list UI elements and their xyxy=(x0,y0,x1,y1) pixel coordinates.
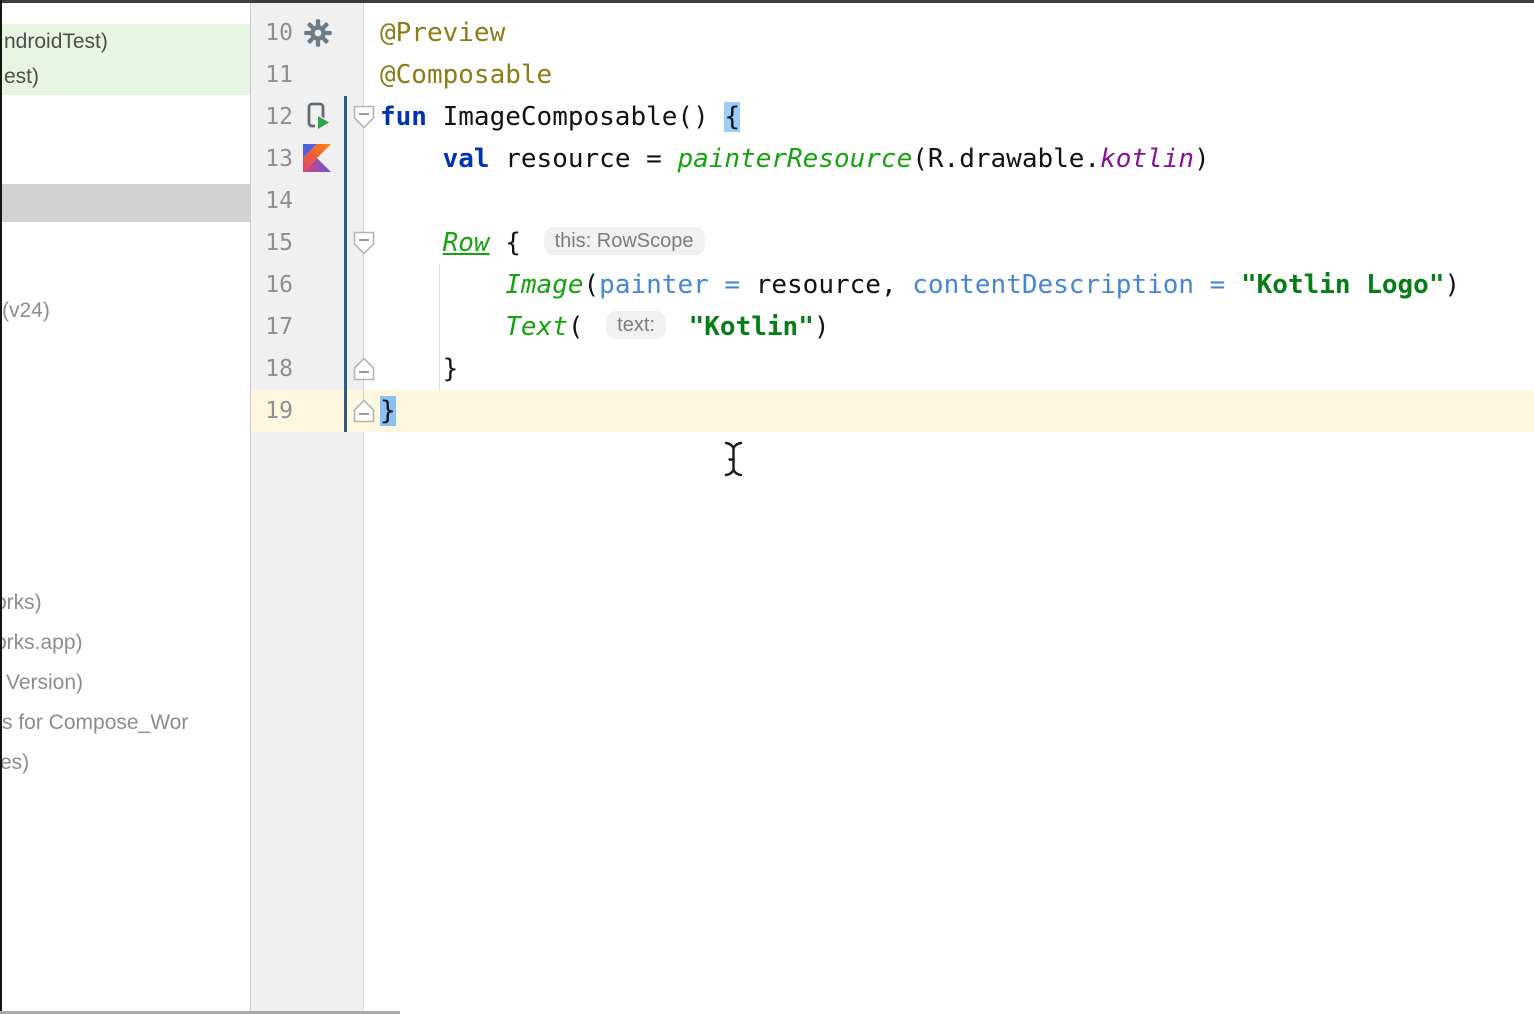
kotlin-logo-icon[interactable] xyxy=(303,144,331,177)
close-paren: ) xyxy=(1445,270,1461,300)
line-number-16[interactable]: 16 xyxy=(251,264,293,306)
text-ibeam-cursor-icon xyxy=(722,440,746,483)
line-number-17[interactable]: 17 xyxy=(251,306,293,348)
code-line-14[interactable] xyxy=(364,180,380,222)
tree-item-label: Version) xyxy=(6,663,83,703)
annotation-composable: @Composable xyxy=(380,60,552,90)
tree-item-label: est) xyxy=(4,65,39,88)
window-left-edge xyxy=(0,0,2,1014)
tree-item-v24[interactable]: (v24) xyxy=(2,291,250,331)
tree-item-label: es) xyxy=(2,743,29,783)
composable-call-text: Text xyxy=(505,312,568,342)
composable-call-row: Row xyxy=(443,228,490,258)
tree-item-est[interactable]: est) xyxy=(4,59,251,94)
matched-close-brace: } xyxy=(380,396,396,426)
tree-item-orks[interactable]: orks) xyxy=(2,583,250,623)
code-line-15[interactable]: Row { this: RowScope xyxy=(364,222,712,264)
code-line-17[interactable]: Text( text: "Kotlin") xyxy=(364,306,830,348)
string-kotlin-logo: "Kotlin Logo" xyxy=(1241,270,1445,300)
space xyxy=(673,312,689,342)
fold-start-marker-icon[interactable] xyxy=(353,105,375,129)
arg-resource: resource, xyxy=(756,270,913,300)
named-arg-painter: painter = xyxy=(599,270,756,300)
project-tool-window: ndroidTest) est) (v24) orks) orks.app) V… xyxy=(2,3,251,1011)
tree-item-label: ndroidTest) xyxy=(4,30,108,53)
code-line-18[interactable]: } xyxy=(364,348,458,390)
current-line-highlight xyxy=(251,390,1534,432)
indent xyxy=(380,144,443,174)
close-brace-row: } xyxy=(380,354,458,384)
fold-end-marker-icon[interactable] xyxy=(353,399,375,423)
tree-item-orks-app[interactable]: orks.app) xyxy=(2,623,250,663)
tree-item-androidtest[interactable]: ndroidTest) xyxy=(4,24,251,59)
drawable-field-kotlin: kotlin xyxy=(1100,144,1194,174)
indent xyxy=(380,312,505,342)
matched-open-brace: { xyxy=(724,102,740,132)
tree-selected-row[interactable] xyxy=(2,184,250,222)
line-number-14[interactable]: 14 xyxy=(251,180,293,222)
named-arg-contentdescription: contentDescription = xyxy=(912,270,1241,300)
assignment-text: resource = xyxy=(490,144,678,174)
code-line-13[interactable]: val resource = painterResource(R.drawabl… xyxy=(364,138,1210,180)
line-number-19[interactable]: 19 xyxy=(251,390,293,432)
open-paren: ( xyxy=(568,312,599,342)
tree-item-label: s for Compose_Wor xyxy=(2,703,188,743)
annotation-preview: @Preview xyxy=(380,18,505,48)
tree-highlighted-group: ndroidTest) est) xyxy=(2,24,250,95)
function-signature: ImageComposable() xyxy=(427,102,724,132)
window-top-edge xyxy=(0,0,1534,3)
gear-icon[interactable] xyxy=(303,18,333,53)
line-number-11[interactable]: 11 xyxy=(251,54,293,96)
fold-end-marker-icon[interactable] xyxy=(353,357,375,381)
editor-gutter: 10 11 12 13 14 15 16 17 18 19 xyxy=(251,3,364,1011)
code-line-10[interactable]: @Preview xyxy=(364,12,505,54)
keyword-val: val xyxy=(443,144,490,174)
close-paren: ) xyxy=(814,312,830,342)
line-number-15[interactable]: 15 xyxy=(251,222,293,264)
tree-item-es[interactable]: es) xyxy=(2,743,250,783)
open-paren: ( xyxy=(584,270,600,300)
indent xyxy=(380,270,505,300)
function-call-painterresource: painterResource xyxy=(677,144,912,174)
line-number-13[interactable]: 13 xyxy=(251,138,293,180)
fold-start-marker-icon[interactable] xyxy=(353,231,375,255)
line-number-12[interactable]: 12 xyxy=(251,96,293,138)
composable-call-image: Image xyxy=(505,270,583,300)
inlay-hint-rowscope[interactable]: this: RowScope xyxy=(544,227,705,255)
open-brace: { xyxy=(490,228,537,258)
tree-item-label: orks) xyxy=(2,583,42,623)
tree-item-label: (v24) xyxy=(2,299,50,322)
tree-item-compose-wor[interactable]: s for Compose_Wor xyxy=(2,703,250,743)
close-paren: ) xyxy=(1194,144,1210,174)
resource-path: (R.drawable. xyxy=(912,144,1100,174)
inlay-hint-text-param[interactable]: text: xyxy=(606,311,666,339)
gutter-change-marker[interactable] xyxy=(344,96,347,432)
tree-dimmed-items: orks) orks.app) Version) s for Compose_W… xyxy=(2,583,250,783)
tree-item-label: orks.app) xyxy=(2,623,83,663)
code-line-16[interactable]: Image(painter = resource, contentDescrip… xyxy=(364,264,1460,306)
line-number-10[interactable]: 10 xyxy=(251,12,293,54)
line-number-18[interactable]: 18 xyxy=(251,348,293,390)
code-line-12[interactable]: fun ImageComposable() { xyxy=(364,96,740,138)
tree-item-version[interactable]: Version) xyxy=(2,663,250,703)
string-kotlin: "Kotlin" xyxy=(689,312,814,342)
indent xyxy=(380,228,443,258)
code-line-11[interactable]: @Composable xyxy=(364,54,552,96)
keyword-fun: fun xyxy=(380,102,427,132)
run-preview-icon[interactable] xyxy=(304,101,333,137)
